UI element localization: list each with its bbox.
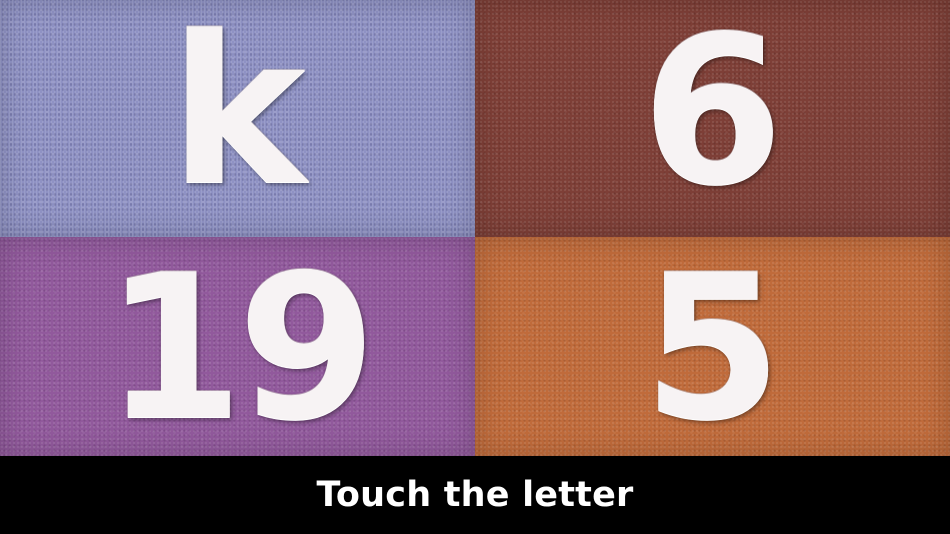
tile-glyph: 6	[641, 0, 784, 231]
answer-tile-bottom-right[interactable]: 5	[475, 237, 950, 456]
answer-grid: k 6 19 5	[0, 0, 950, 456]
tile-glyph: k	[169, 0, 306, 231]
tile-glyph: 5	[642, 237, 783, 456]
instruction-text: Touch the letter	[316, 475, 634, 515]
answer-tile-bottom-left[interactable]: 19	[0, 237, 475, 456]
tile-glyph: 19	[104, 237, 376, 456]
answer-tile-top-right[interactable]: 6	[475, 0, 950, 237]
answer-tile-top-left[interactable]: k	[0, 0, 475, 237]
instruction-bar: Touch the letter	[0, 456, 950, 534]
